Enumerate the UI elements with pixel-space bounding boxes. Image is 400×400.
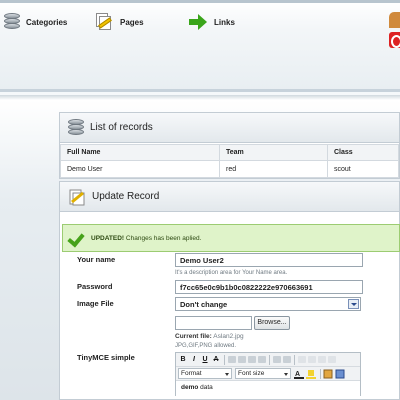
cell-team: red xyxy=(219,160,328,178)
toolbar-separator xyxy=(269,354,270,365)
redo-icon[interactable] xyxy=(308,356,316,363)
nav-categories-label: Categories xyxy=(26,17,68,27)
editor-content[interactable]: demo data xyxy=(176,381,360,397)
format-dropdown[interactable]: Format xyxy=(178,368,232,379)
column-header-full-name[interactable]: Full Name xyxy=(60,144,220,161)
cell-full-name: Demo User xyxy=(60,160,220,178)
allowed-types-hint: JPG,GIF,PNG allowed. xyxy=(175,343,237,349)
user-logout-area[interactable] xyxy=(389,12,400,48)
tinymce-editor: B I U A Format Font size A demo data xyxy=(175,352,361,397)
paste-icon[interactable] xyxy=(323,369,333,379)
check-icon xyxy=(69,231,85,245)
password-input[interactable] xyxy=(175,280,363,294)
highlight-color-icon[interactable] xyxy=(306,369,316,379)
format-dropdown-label: Format xyxy=(181,370,202,377)
links-arrow-icon xyxy=(188,14,208,30)
password-label: Password xyxy=(77,282,113,291)
tinymce-label: TinyMCE simple xyxy=(77,353,135,362)
records-panel-header: List of records xyxy=(60,113,399,143)
nav-links[interactable]: Links xyxy=(188,10,235,34)
records-title: List of records xyxy=(90,122,153,133)
column-header-team[interactable]: Team xyxy=(219,144,328,161)
image-file-select[interactable]: Don't change xyxy=(175,297,361,311)
chevron-down-icon xyxy=(284,373,288,376)
bold-button[interactable]: B xyxy=(178,355,188,365)
update-title: Update Record xyxy=(92,191,160,202)
align-justify-icon[interactable] xyxy=(258,356,266,363)
chevron-down-icon[interactable] xyxy=(348,299,359,309)
underline-button[interactable]: U xyxy=(200,355,210,365)
table-header-row: Full Name Team Class xyxy=(60,144,399,161)
current-file: Current file: Aslan2.jpg xyxy=(175,333,361,340)
top-navigation-bar: Categories Pages Links xyxy=(0,0,400,92)
database-icon xyxy=(4,13,20,31)
pages-icon xyxy=(94,12,114,32)
browse-button[interactable]: Browse... xyxy=(254,316,290,330)
current-file-value: Aslan2.jpg xyxy=(213,333,244,340)
unlink-icon[interactable] xyxy=(328,356,336,363)
edit-icon xyxy=(68,187,86,207)
update-panel-header: Update Record xyxy=(60,182,399,212)
records-table: Full Name Team Class Demo User red scout xyxy=(60,144,399,178)
file-upload-row: Browse... xyxy=(175,316,361,330)
cell-class: scout xyxy=(327,160,399,178)
editor-toolbar-1: B I U A xyxy=(176,353,360,367)
database-icon xyxy=(68,118,84,137)
align-left-icon[interactable] xyxy=(228,356,236,363)
editor-toolbar-2: Format Font size A xyxy=(176,367,360,381)
current-file-label: Current file: xyxy=(175,333,212,340)
success-strong: UPDATED! xyxy=(91,234,125,242)
editor-content-bold: demo xyxy=(181,384,199,391)
top-border xyxy=(0,0,400,3)
column-header-class[interactable]: Class xyxy=(327,144,399,161)
paste-word-icon[interactable] xyxy=(335,369,345,379)
records-panel: List of records Full Name Team Class Dem… xyxy=(59,112,400,179)
chevron-down-icon xyxy=(225,373,229,376)
bullet-list-icon[interactable] xyxy=(273,356,281,363)
power-icon[interactable] xyxy=(389,32,400,48)
file-path-input[interactable] xyxy=(175,316,252,330)
table-row[interactable]: Demo User red scout xyxy=(60,160,399,178)
your-name-input[interactable] xyxy=(175,253,363,267)
nav-categories[interactable]: Categories xyxy=(4,10,67,34)
success-text: Changes has been aplied. xyxy=(125,234,202,242)
text-color-icon[interactable]: A xyxy=(294,369,304,379)
align-center-icon[interactable] xyxy=(238,356,246,363)
your-name-label: Your name xyxy=(77,255,116,264)
success-message: UPDATED! Changes has been aplied. xyxy=(62,224,400,252)
font-size-dropdown-label: Font size xyxy=(238,370,265,377)
strikethrough-button[interactable]: A xyxy=(211,355,221,365)
nav-links-label: Links xyxy=(214,17,235,27)
align-right-icon[interactable] xyxy=(248,356,256,363)
numbered-list-icon[interactable] xyxy=(283,356,291,363)
user-icon[interactable] xyxy=(389,12,400,28)
nav-pages[interactable]: Pages xyxy=(94,10,144,34)
image-file-select-value: Don't change xyxy=(180,300,228,309)
undo-icon[interactable] xyxy=(298,356,306,363)
toolbar-separator xyxy=(294,354,295,365)
editor-content-text: data xyxy=(198,384,213,391)
image-file-label: Image File xyxy=(77,299,114,308)
update-record-panel: Update Record UPDATED! Changes has been … xyxy=(59,181,400,400)
toolbar-separator xyxy=(320,368,321,379)
link-icon[interactable] xyxy=(318,356,326,363)
toolbar-separator xyxy=(224,354,225,365)
font-size-dropdown[interactable]: Font size xyxy=(235,368,291,379)
your-name-hint: It's a description area for Your Name ar… xyxy=(175,270,288,276)
italic-button[interactable]: I xyxy=(189,355,199,365)
nav-pages-label: Pages xyxy=(120,17,144,27)
svg-text:A: A xyxy=(295,371,300,378)
